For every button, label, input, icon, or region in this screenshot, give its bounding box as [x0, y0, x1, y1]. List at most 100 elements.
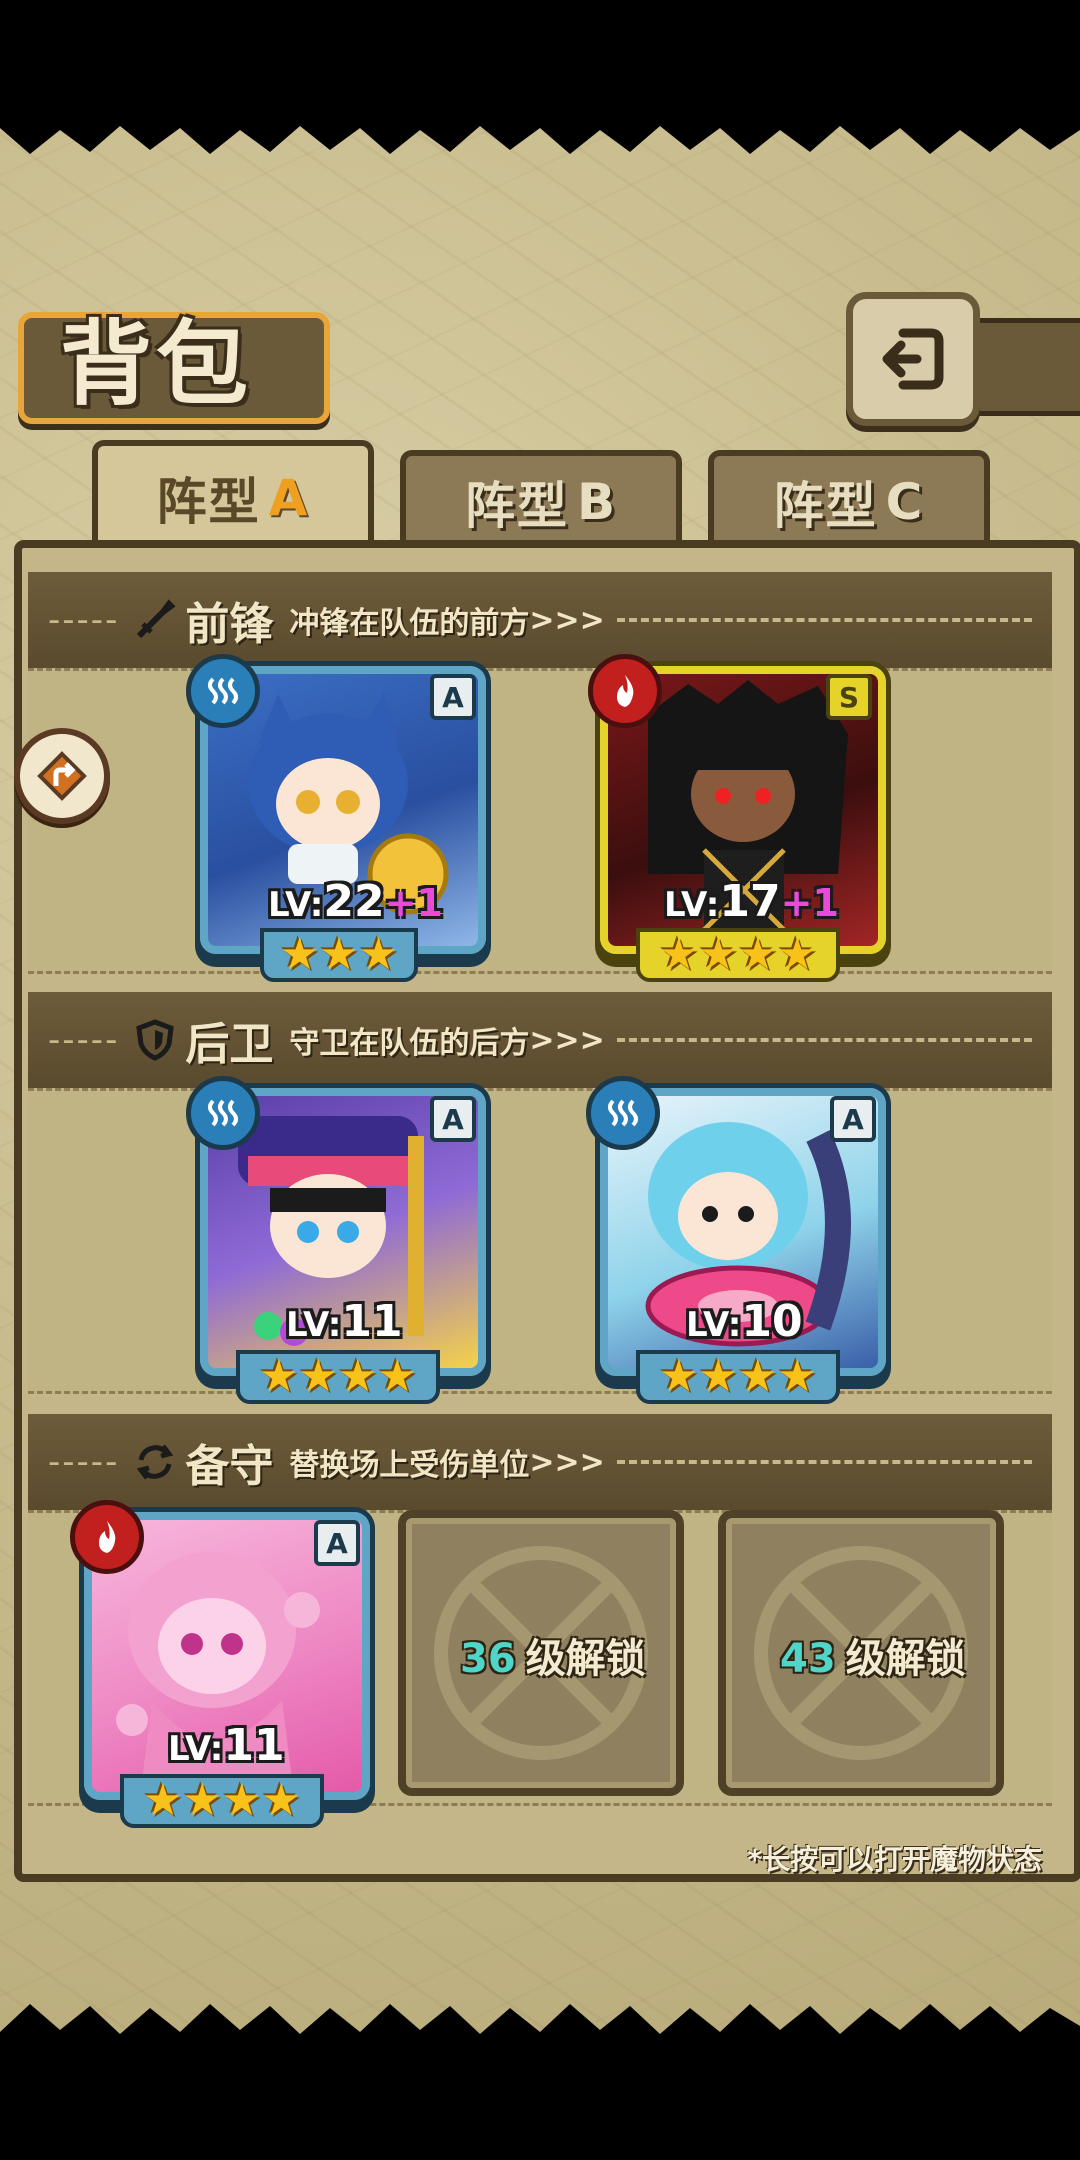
section-title: 前锋 — [185, 599, 274, 650]
star-icon: ★ — [143, 1775, 183, 1826]
divider-dash: ----- — [48, 1020, 120, 1060]
star-rating: ★ ★ ★ ★ — [236, 1350, 440, 1404]
level-label: LV: — [168, 1729, 224, 1769]
tab-formation-c[interactable]: 阵型 C — [708, 450, 990, 548]
torn-edge-top — [0, 120, 1080, 154]
fire-element-badge — [588, 654, 662, 728]
star-rating: ★ ★ ★ ★ — [636, 928, 840, 982]
tab-suffix: A — [268, 469, 310, 527]
star-icon: ★ — [738, 929, 778, 980]
star-icon: ★ — [777, 1351, 817, 1402]
tab-label: 阵型 — [464, 477, 569, 535]
navigation-bar-area — [0, 2040, 1080, 2160]
fire-icon — [99, 1521, 116, 1553]
star-icon: ★ — [222, 1775, 262, 1826]
unlock-text: 级解锁 — [845, 1636, 966, 1682]
water-element-badge — [586, 1076, 660, 1150]
star-icon: ★ — [319, 929, 359, 980]
star-icon: ★ — [259, 1351, 299, 1402]
page-title: 背包 — [60, 311, 253, 418]
tab-suffix: B — [576, 473, 618, 531]
star-icon: ★ — [338, 1351, 378, 1402]
section-arrow: >>> — [529, 1444, 605, 1480]
section-header-reserve: ----- 备守 替换场上受伤单位 >>> — [28, 1414, 1052, 1510]
unlock-requirement: 43 级解锁 — [780, 1626, 966, 1684]
sword-icon — [137, 599, 176, 639]
star-icon: ★ — [279, 929, 320, 980]
unlock-requirement: 36 级解锁 — [460, 1626, 646, 1684]
status-bar-area — [0, 0, 1080, 120]
water-element-badge — [186, 654, 260, 728]
fire-element-badge — [70, 1500, 144, 1574]
unit-level: LV:11 — [168, 1720, 285, 1771]
tab-label: 阵型 — [156, 473, 261, 531]
unit-level: LV:11 — [286, 1296, 403, 1347]
tab-formation-a[interactable]: 阵型 A — [92, 440, 374, 550]
unit-level: LV:10 — [686, 1296, 803, 1347]
star-icon: ★ — [698, 929, 738, 980]
unlock-text: 级解锁 — [525, 1636, 646, 1682]
divider-line — [616, 1460, 1032, 1464]
star-icon: ★ — [261, 1775, 301, 1826]
unit-level: LV:22+1 — [268, 876, 443, 927]
section-arrow: >>> — [529, 1022, 605, 1058]
locked-slot-2[interactable]: 43 级解锁 — [718, 1510, 1004, 1796]
unit-level: LV:17+1 — [664, 876, 839, 927]
level-label: LV: — [268, 885, 324, 925]
divider-dash: ----- — [48, 600, 120, 640]
star-icon: ★ — [358, 929, 399, 980]
front-row — [28, 668, 1052, 974]
level-value: 22 — [323, 876, 385, 927]
long-press-hint: *长按可以打开魔物状态 — [747, 1843, 1042, 1876]
rank-badge: A — [430, 1096, 476, 1142]
section-header-front: ----- 前锋 冲锋在队伍的前方 >>> — [28, 572, 1052, 668]
star-icon: ★ — [298, 1351, 338, 1402]
back-button[interactable] — [846, 292, 980, 426]
star-icon: ★ — [659, 1351, 699, 1402]
star-rating: ★ ★ ★ ★ — [120, 1774, 324, 1828]
section-title: 备守 — [185, 1441, 274, 1492]
swap-icon — [137, 1444, 174, 1480]
level-label: LV: — [686, 1305, 742, 1345]
water-icon — [208, 1099, 238, 1127]
turn-arrow-icon — [37, 751, 87, 801]
level-label: LV: — [664, 885, 720, 925]
section-header-back: ----- 后卫 守卫在队伍的后方 >>> — [28, 992, 1052, 1088]
rank-badge: S — [826, 674, 872, 720]
level-label: LV: — [286, 1305, 342, 1345]
rank-badge: A — [430, 674, 476, 720]
section-description: 替换场上受伤单位 — [289, 1448, 530, 1483]
star-rating: ★ ★ ★ — [260, 928, 418, 982]
water-icon — [608, 1099, 638, 1127]
toggle-direction-button[interactable] — [14, 728, 110, 824]
tab-formation-b[interactable]: 阵型 B — [400, 450, 682, 548]
divider-line — [616, 618, 1032, 622]
star-icon: ★ — [777, 929, 817, 980]
star-icon: ★ — [377, 1351, 417, 1402]
fire-icon — [617, 675, 634, 707]
star-icon: ★ — [698, 1351, 738, 1402]
tab-label: 阵型 — [773, 477, 878, 535]
level-bonus: +1 — [384, 881, 443, 925]
star-rating: ★ ★ ★ ★ — [636, 1350, 840, 1404]
locked-slot-1[interactable]: 36 级解锁 — [398, 1510, 684, 1796]
water-icon — [208, 677, 238, 705]
star-icon: ★ — [659, 929, 699, 980]
torn-edge-bottom — [0, 2004, 1080, 2040]
star-icon: ★ — [738, 1351, 778, 1402]
divider-line — [616, 1038, 1032, 1042]
section-arrow: >>> — [529, 602, 605, 638]
rank-badge: A — [314, 1520, 360, 1566]
tab-suffix: C — [885, 473, 925, 531]
section-description: 冲锋在队伍的前方 — [289, 606, 530, 641]
section-description: 守卫在队伍的后方 — [289, 1026, 530, 1061]
level-bonus: +1 — [780, 881, 839, 925]
shield-icon — [136, 1019, 175, 1061]
return-arrow-icon — [882, 328, 944, 390]
level-value: 11 — [223, 1720, 285, 1771]
level-value: 17 — [719, 876, 781, 927]
level-value: 10 — [741, 1296, 803, 1347]
back-row — [28, 1088, 1052, 1394]
water-element-badge — [186, 1076, 260, 1150]
unlock-level: 43 — [780, 1636, 836, 1682]
